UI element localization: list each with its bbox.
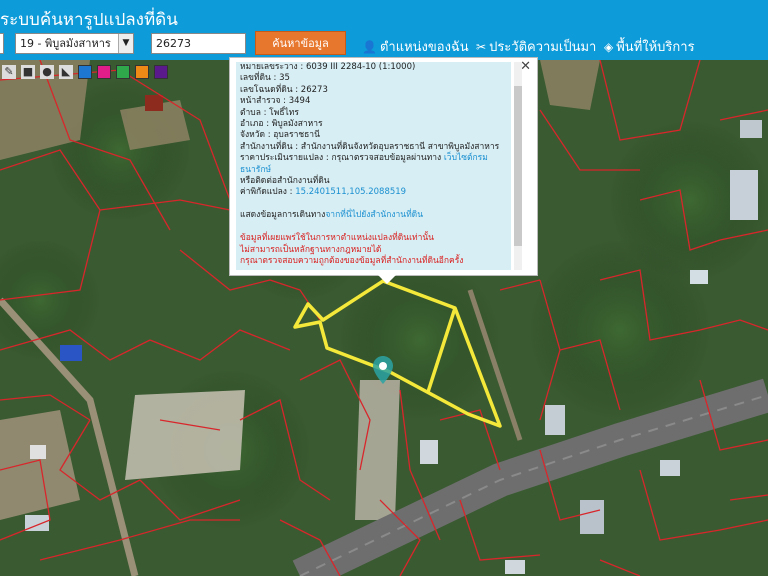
history-link[interactable]: ✂ ประวัติความเป็นมา bbox=[476, 36, 596, 57]
subdistrict: ตำบล : โพธิ์ไทร bbox=[240, 107, 299, 118]
route-row: แสดงข้อมูลการเดินทางจากที่นี่ไปยังสำนักง… bbox=[240, 210, 507, 221]
my-location-link[interactable]: 👤 ตำแหน่งของฉัน bbox=[362, 36, 469, 57]
square-icon[interactable]: ■ bbox=[21, 65, 35, 79]
parcel-info-popup: ✕ หมายเลขระวาง : 6039 III 2284-10 (1:100… bbox=[229, 57, 538, 284]
building-roof bbox=[730, 170, 758, 220]
color-swatch-orange[interactable] bbox=[135, 65, 149, 79]
app-title: ระบบค้นหารูปแปลงที่ดิน bbox=[0, 10, 178, 30]
province-select[interactable] bbox=[0, 33, 4, 54]
chevron-down-icon: ▼ bbox=[118, 34, 133, 53]
service-area-link[interactable]: ◈ พื้นที่ให้บริการ bbox=[604, 36, 695, 57]
map-tag-icon: ◈ bbox=[604, 39, 614, 54]
tools-icon: ✂ bbox=[476, 39, 487, 54]
parcel-number-input[interactable]: 26273 bbox=[151, 33, 246, 54]
color-swatch-blue[interactable] bbox=[78, 65, 92, 79]
pencil-icon[interactable]: ✎ bbox=[2, 65, 16, 79]
disclaimer-line-2: ไม่สามารถเป็นหลักฐานทางกฎหมายได้ bbox=[240, 244, 382, 255]
appraisal-text: ราคาประเมินรายแปลง : กรุณาตรวจสอบข้อมูลผ… bbox=[240, 153, 444, 164]
appraisal-row: ราคาประเมินรายแปลง : กรุณาตรวจสอบข้อมูลผ… bbox=[240, 153, 507, 176]
color-swatch-purple[interactable] bbox=[154, 65, 168, 79]
popup-scrollbar[interactable] bbox=[514, 62, 522, 270]
sheet-number: หมายเลขระวาง : 6039 III 2284-10 (1:1000) bbox=[240, 62, 416, 72]
province: จังหวัด : อุบลราชธานี bbox=[240, 130, 320, 141]
land-number: เลขที่ดิน : 35 bbox=[240, 73, 290, 84]
disclaimer-line-1: ข้อมูลที่เผยแพร่ใช้ในการหาตำแหน่งแปลงที่… bbox=[240, 233, 434, 244]
drawing-toolbar: ✎ ■ ● ◣ bbox=[0, 63, 168, 81]
history-label: ประวัติความเป็นมา bbox=[489, 40, 597, 55]
color-swatch-green[interactable] bbox=[116, 65, 130, 79]
route-text: แสดงข้อมูลการเดินทาง bbox=[240, 210, 326, 221]
service-area-label: พื้นที่ให้บริการ bbox=[616, 40, 695, 55]
fill-icon[interactable]: ◣ bbox=[59, 65, 73, 79]
survey-page: หน้าสำรวจ : 3494 bbox=[240, 96, 311, 107]
coordinate-row: ค่าพิกัดแปลง : 15.2401511,105.2088519 bbox=[240, 187, 507, 198]
circle-icon[interactable]: ● bbox=[40, 65, 54, 79]
parcel-number-value: 26273 bbox=[156, 37, 191, 50]
district: อำเภอ : พิบูลมังสาหาร bbox=[240, 119, 323, 130]
land-office: สำนักงานที่ดิน : สำนักงานที่ดินจังหวัดอุ… bbox=[240, 141, 500, 152]
person-pin-icon: 👤 bbox=[362, 39, 377, 54]
scrollbar-thumb[interactable] bbox=[514, 86, 522, 246]
popup-pointer bbox=[378, 275, 396, 284]
search-button[interactable]: ค้นหาข้อมูล bbox=[255, 31, 346, 55]
my-location-label: ตำแหน่งของฉัน bbox=[379, 40, 469, 55]
district-select-value: 19 - พิบูลมังสาหาร bbox=[20, 37, 111, 50]
district-select[interactable]: 19 - พิบูลมังสาหาร ▼ bbox=[15, 33, 134, 54]
deed-number: เลขโฉนดที่ดิน : 26273 bbox=[240, 84, 328, 95]
coordinate-value[interactable]: 15.2401511,105.2088519 bbox=[295, 187, 406, 197]
contact-office: หรือติดต่อสำนักงานที่ดิน bbox=[240, 176, 330, 187]
parcel-info-body: หมายเลขระวาง : 6039 III 2284-10 (1:1000)… bbox=[236, 62, 511, 270]
coordinate-label: ค่าพิกัดแปลง : bbox=[240, 187, 296, 198]
route-link[interactable]: จากที่นี่ไปยังสำนักงานที่ดิน bbox=[325, 210, 423, 220]
disclaimer-line-3: กรุณาตรวจสอบความถูกต้องของข้อมูลที่สำนัก… bbox=[240, 255, 464, 266]
header-bar: ระบบค้นหารูปแปลงที่ดิน 19 - พิบูลมังสาหา… bbox=[0, 0, 768, 60]
color-swatch-pink[interactable] bbox=[97, 65, 111, 79]
